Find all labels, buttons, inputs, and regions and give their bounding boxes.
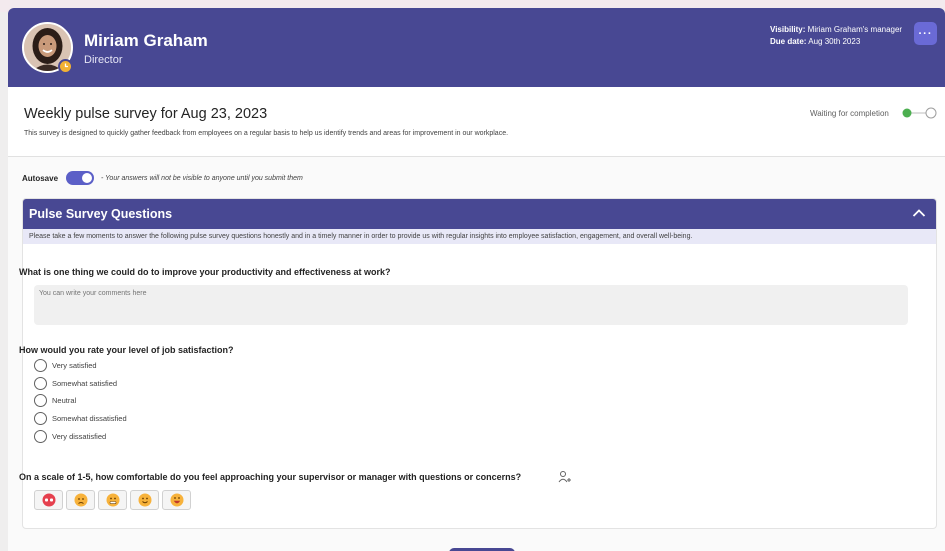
panel-title: Pulse Survey Questions <box>29 207 173 221</box>
question-1-label: What is one thing we could do to improve… <box>19 267 391 277</box>
radio-label: Very satisfied <box>52 361 97 370</box>
autosave-toggle[interactable] <box>66 171 94 185</box>
radio-label: Neutral <box>52 396 77 405</box>
radio-label: Somewhat satisfied <box>52 379 118 388</box>
radio-button[interactable] <box>34 377 47 390</box>
visibility-value: Miriam Graham's manager <box>807 25 903 34</box>
radio-option[interactable]: Somewhat satisfied <box>34 376 117 391</box>
radio-button[interactable] <box>34 394 47 407</box>
survey-heading: Weekly pulse survey for Aug 23, 2023 Thi… <box>8 87 945 157</box>
due-date-line: Due date: Aug 30th 2023 <box>770 36 902 48</box>
survey-description: This survey is designed to quickly gathe… <box>24 130 509 137</box>
radio-button[interactable] <box>34 430 47 443</box>
toggle-knob <box>82 173 92 183</box>
completion-status-label: Waiting for completion <box>810 109 889 118</box>
smile-face-icon[interactable] <box>130 490 159 510</box>
question-3-label: On a scale of 1-5, how comfortable do yo… <box>19 472 522 482</box>
radio-option[interactable]: Very dissatisfied <box>34 429 106 444</box>
user-name: Miriam Graham <box>84 31 208 50</box>
radio-button[interactable] <box>34 359 47 372</box>
autosave-note: - Your answers will not be visible to an… <box>101 175 303 182</box>
survey-title: Weekly pulse survey for Aug 23, 2023 <box>24 106 268 122</box>
due-date-value: Aug 30th 2023 <box>808 37 861 46</box>
due-date-label: Due date: <box>770 37 807 46</box>
radio-label: Very dissatisfied <box>52 432 107 441</box>
sad-face-icon[interactable] <box>66 490 95 510</box>
comment-input[interactable] <box>34 285 908 325</box>
radio-option[interactable]: Neutral <box>34 393 76 408</box>
chevron-up-icon[interactable] <box>912 207 926 219</box>
profile-header: Miriam Graham Director Visibility: Miria… <box>8 8 945 87</box>
radio-option[interactable]: Very satisfied <box>34 358 97 373</box>
survey-meta: Visibility: Miriam Graham's manager Due … <box>770 24 902 48</box>
panel-header[interactable]: Pulse Survey Questions <box>23 199 936 229</box>
completion-progress-indicator <box>902 107 937 119</box>
radio-label: Somewhat dissatisfied <box>52 414 127 423</box>
grin-face-icon[interactable] <box>162 490 191 510</box>
visibility-label: Visibility: <box>770 25 806 34</box>
rating-scale <box>34 490 191 510</box>
radio-button[interactable] <box>34 412 47 425</box>
more-options-button[interactable]: ··· <box>914 22 937 45</box>
clock-status-icon <box>58 59 73 74</box>
visibility-line: Visibility: Miriam Graham's manager <box>770 24 902 36</box>
angry-face-icon[interactable] <box>34 490 63 510</box>
person-sparkle-icon[interactable] <box>558 470 572 483</box>
radio-option[interactable]: Somewhat dissatisfied <box>34 411 127 426</box>
user-title: Director <box>84 54 123 66</box>
panel-intro: Please take a few moments to answer the … <box>23 229 936 244</box>
autosave-label: Autosave <box>22 174 59 183</box>
survey-card: Miriam Graham Director Visibility: Miria… <box>8 8 945 551</box>
grimace-face-icon[interactable] <box>98 490 127 510</box>
question-2-label: How would you rate your level of job sat… <box>19 345 234 355</box>
